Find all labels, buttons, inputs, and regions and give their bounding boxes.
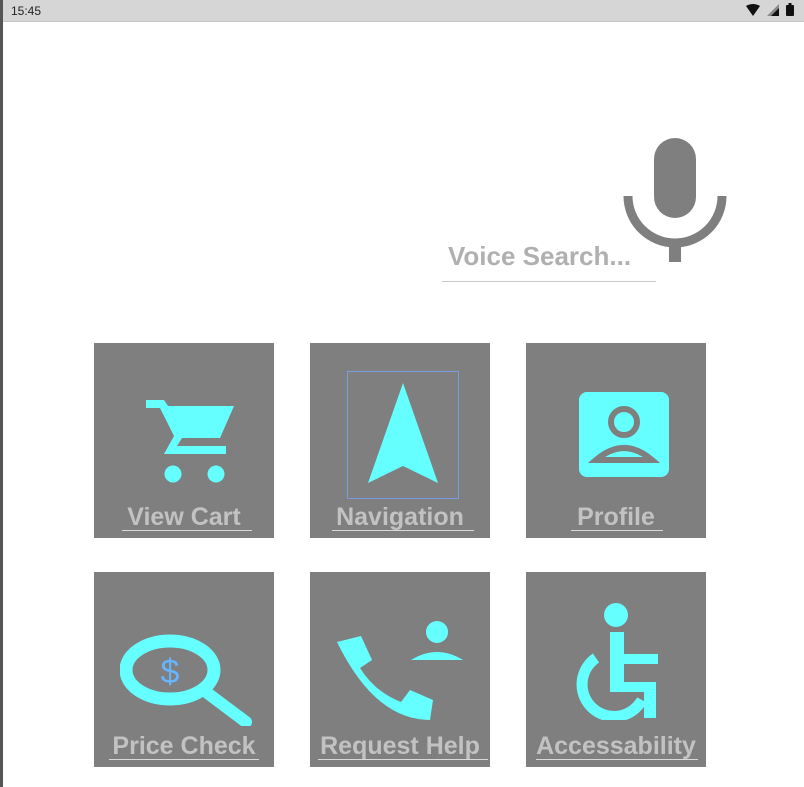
label-underline <box>536 759 698 760</box>
label-underline <box>571 530 663 531</box>
label-underline <box>318 759 488 760</box>
tile-view-cart[interactable]: View Cart <box>94 343 274 538</box>
tile-label: View Cart <box>127 503 241 531</box>
voice-search-placeholder: Voice Search... <box>448 241 632 271</box>
status-time: 15:45 <box>11 4 42 18</box>
signal-icon <box>767 3 779 16</box>
tile-label: Accessability <box>536 732 696 760</box>
price-search-icon: $ <box>120 634 252 726</box>
status-bar: 15:45 <box>3 0 804 22</box>
tile-navigation[interactable]: Navigation <box>310 343 490 538</box>
status-icons <box>746 3 794 16</box>
battery-icon <box>786 3 794 16</box>
wheelchair-icon <box>576 603 658 720</box>
window-edge <box>0 0 3 787</box>
tile-accessability[interactable]: Accessability <box>526 572 706 767</box>
tile-price-check[interactable]: $ Price Check <box>94 572 274 767</box>
tile-profile[interactable]: Profile <box>526 343 706 538</box>
phone-help-icon <box>337 621 463 720</box>
tile-label: Navigation <box>336 503 464 531</box>
label-underline <box>109 759 259 760</box>
tile-label: Request Help <box>320 732 480 760</box>
tile-label: Profile <box>577 503 655 531</box>
cart-icon <box>146 400 234 483</box>
navigation-arrow-icon <box>368 383 438 483</box>
label-underline <box>122 530 252 531</box>
profile-icon <box>579 392 669 477</box>
label-underline <box>332 530 474 531</box>
tile-request-help[interactable]: Request Help <box>310 572 490 767</box>
wifi-icon <box>746 3 760 16</box>
svg-text:$: $ <box>161 653 180 691</box>
microphone-icon[interactable] <box>622 136 728 264</box>
tile-label: Price Check <box>112 732 256 760</box>
